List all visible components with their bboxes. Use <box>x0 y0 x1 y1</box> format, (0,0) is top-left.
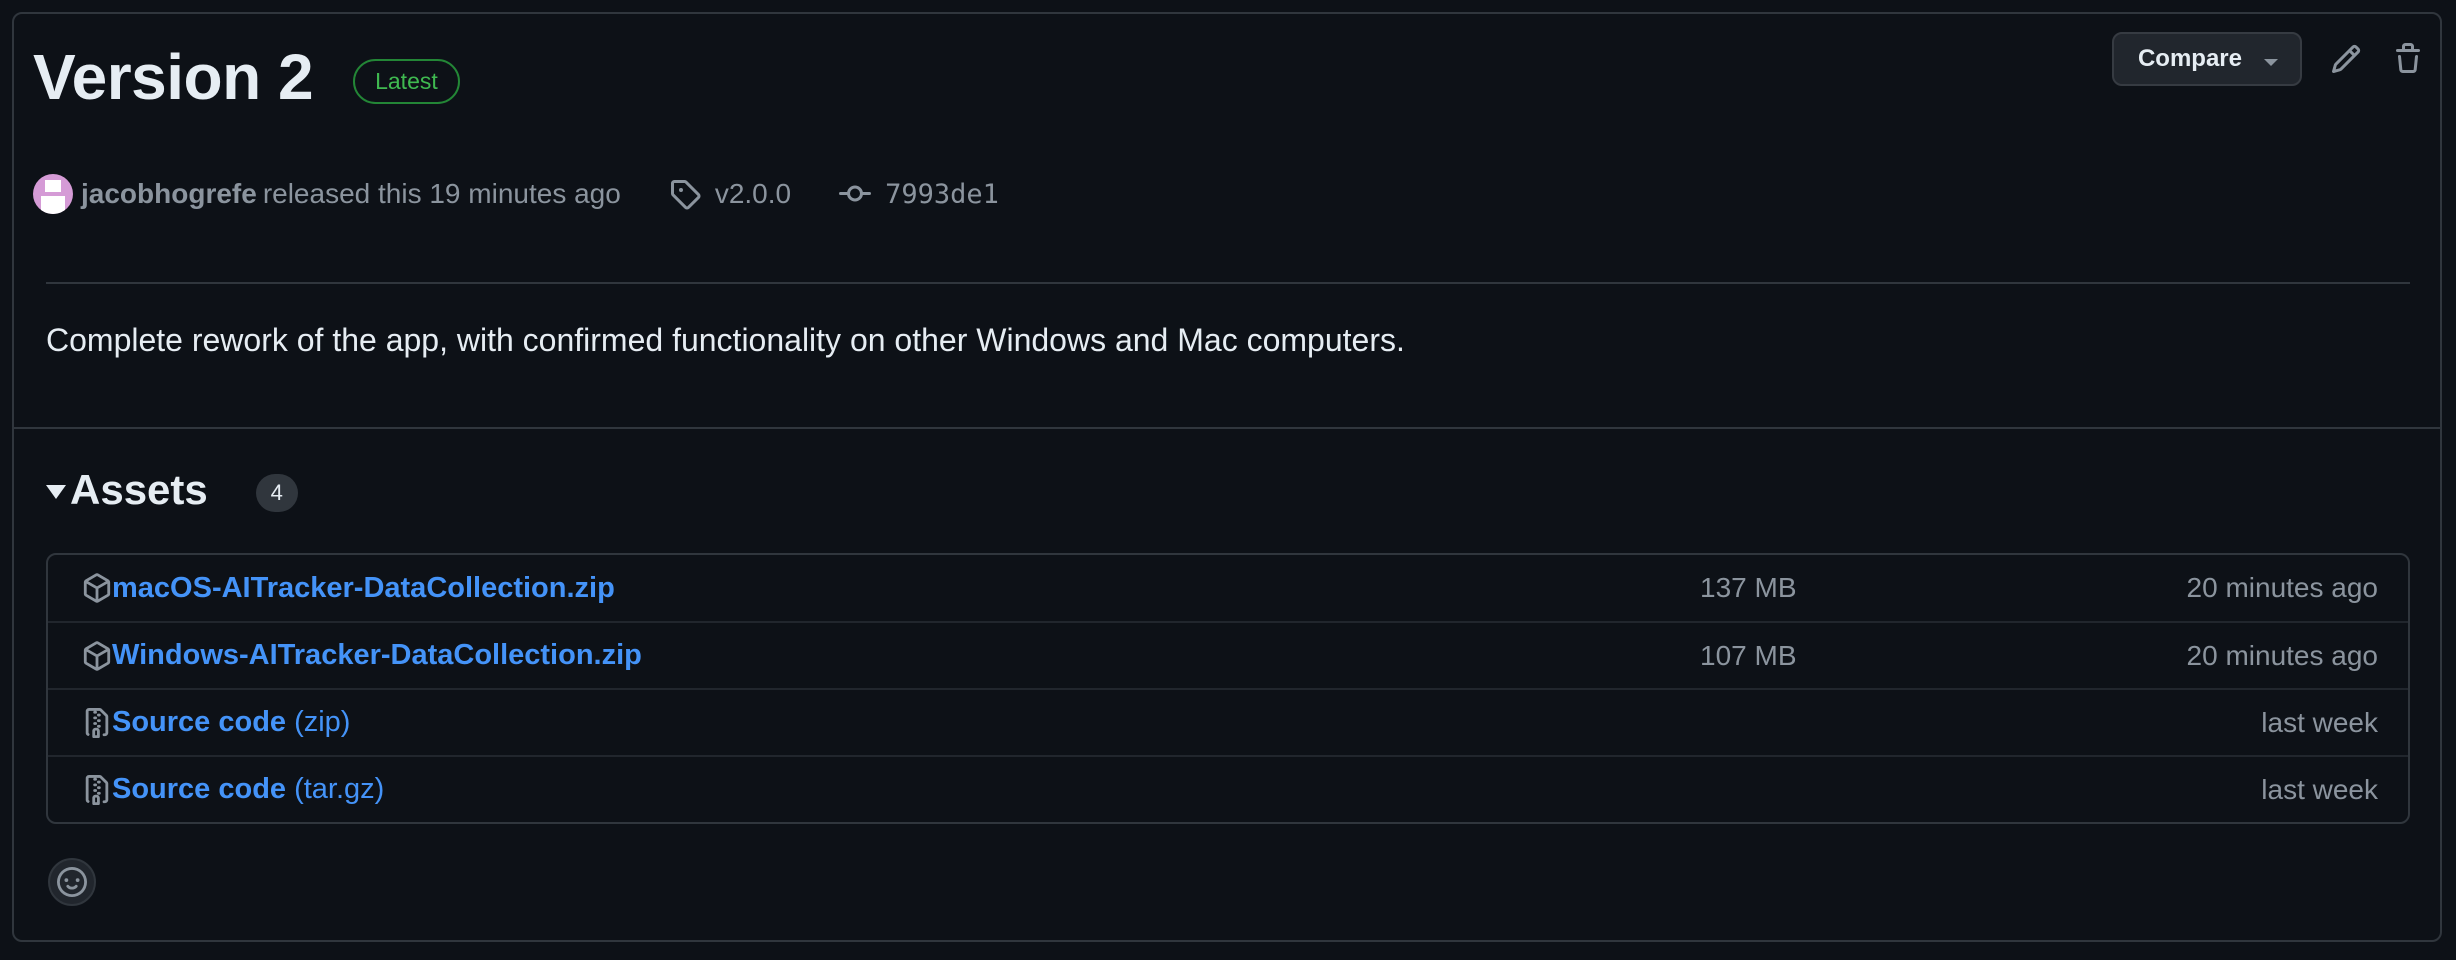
release-description: Complete rework of the app, with confirm… <box>46 322 1405 358</box>
assets-heading: Assets <box>70 466 208 513</box>
assets-toggle[interactable]: Assets 4 <box>46 466 298 514</box>
asset-row: Source code (tar.gz) last week <box>48 755 2408 822</box>
compare-label: Compare <box>2137 45 2242 72</box>
author-link[interactable]: jacobhogrefe <box>81 178 257 210</box>
package-icon <box>82 640 112 671</box>
asset-suffix: (zip) <box>294 706 351 738</box>
commit-hash: 7993de1 <box>885 178 999 210</box>
chevron-down-icon <box>2264 58 2278 66</box>
asset-link[interactable]: Source code (zip) <box>112 706 350 739</box>
compare-button[interactable]: Compare <box>2111 32 2302 86</box>
release-header: Version 2 Latest <box>33 40 460 114</box>
divider <box>14 427 2442 429</box>
asset-row: macOS-AITracker-DataCollection.zip 137 M… <box>48 555 2408 621</box>
edit-button[interactable] <box>2328 41 2364 77</box>
add-reaction-button[interactable] <box>48 858 96 906</box>
git-commit-icon <box>839 185 872 202</box>
assets-list: macOS-AITracker-DataCollection.zip 137 M… <box>46 553 2410 824</box>
smiley-icon <box>57 867 87 897</box>
latest-badge: Latest <box>353 58 460 104</box>
asset-suffix: (tar.gz) <box>294 773 385 805</box>
released-text: released this 19 minutes ago <box>262 178 621 209</box>
asset-row: Windows-AITracker-DataCollection.zip 107… <box>48 621 2408 688</box>
pencil-icon <box>2331 44 2361 74</box>
asset-link[interactable]: Source code (tar.gz) <box>112 773 384 806</box>
tag-label: v2.0.0 <box>714 178 792 209</box>
asset-time: last week <box>2261 706 2378 738</box>
asset-row: Source code (zip) last week <box>48 688 2408 755</box>
asset-size: 137 MB <box>1700 572 1797 603</box>
asset-name: Source code <box>112 773 287 805</box>
commit-link[interactable]: 7993de1 <box>839 178 999 210</box>
asset-time: 20 minutes ago <box>2186 572 2378 603</box>
file-zip-icon <box>82 774 112 805</box>
asset-link[interactable]: macOS-AITracker-DataCollection.zip <box>112 572 615 605</box>
avatar[interactable] <box>33 174 73 214</box>
delete-button[interactable] <box>2390 41 2426 77</box>
triangle-down-icon <box>46 485 66 499</box>
asset-name: Source code <box>112 706 287 738</box>
asset-time: 20 minutes ago <box>2186 639 2378 671</box>
release-meta: jacobhogrefe released this 19 minutes ag… <box>33 174 999 214</box>
trash-icon <box>2396 43 2420 73</box>
release-actions: Compare <box>2111 32 2426 86</box>
file-zip-icon <box>82 707 112 738</box>
asset-time: last week <box>2261 773 2378 805</box>
tag-icon <box>670 180 701 210</box>
asset-link[interactable]: Windows-AITracker-DataCollection.zip <box>112 639 642 672</box>
assets-count-badge: 4 <box>255 474 298 512</box>
release-title[interactable]: Version 2 <box>33 40 314 114</box>
divider <box>46 282 2410 284</box>
asset-size: 107 MB <box>1700 639 1797 671</box>
package-icon <box>82 573 112 603</box>
tag-link[interactable]: v2.0.0 <box>669 178 791 210</box>
